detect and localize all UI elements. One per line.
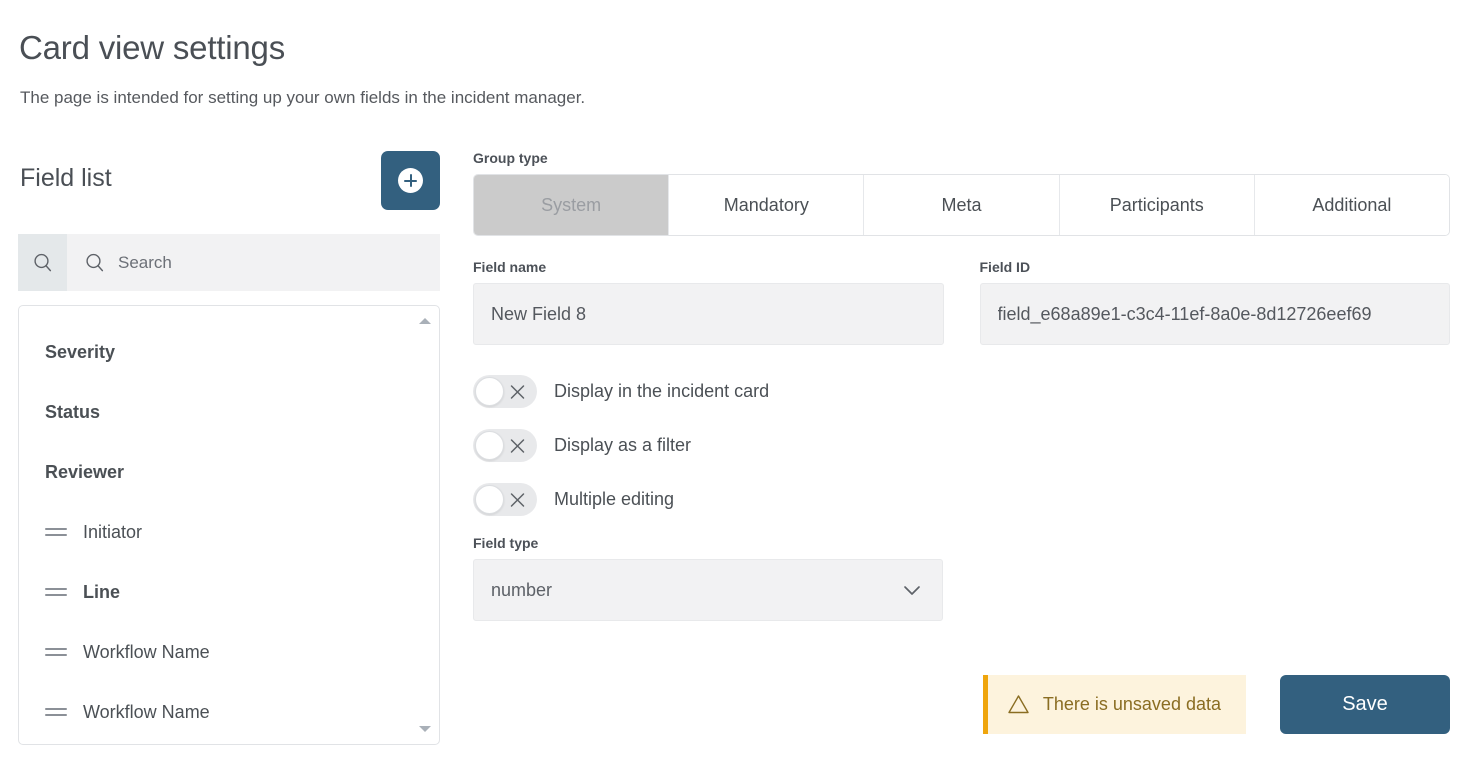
drag-handle-icon[interactable] (45, 528, 67, 536)
toggle-switch[interactable] (473, 483, 537, 516)
field-type-select[interactable]: number (473, 559, 943, 621)
field-id-group: Field ID (979, 259, 1450, 345)
page-title: Card view settings (19, 29, 286, 66)
close-x-icon (510, 384, 525, 399)
plus-circle-icon (398, 168, 423, 193)
unsaved-data-text: There is unsaved data (1042, 694, 1221, 714)
unsaved-data-banner: There is unsaved data (982, 675, 1246, 734)
field-settings-form: Group type System Mandatory Meta Partici… (473, 150, 1450, 621)
field-name-input[interactable] (473, 283, 944, 345)
form-footer: There is unsaved data Save (473, 675, 1450, 734)
list-item[interactable]: Workflow Name (19, 622, 439, 682)
toggle-label: Display as a filter (554, 435, 692, 455)
warning-triangle-icon (1008, 695, 1029, 714)
field-list-title: Field list (20, 164, 112, 192)
tab-meta[interactable]: Meta (864, 175, 1060, 235)
close-x-icon (510, 438, 525, 453)
search-button[interactable] (18, 234, 67, 291)
chevron-down-icon (904, 586, 920, 595)
list-item[interactable]: Status (19, 382, 439, 442)
field-id-input[interactable] (979, 283, 1450, 345)
toggle-display-as-filter[interactable]: Display as a filter (473, 427, 1450, 464)
add-field-button[interactable] (381, 151, 440, 210)
field-name-label: Field name (473, 259, 547, 275)
field-type-value: number (491, 579, 553, 600)
drag-handle-icon[interactable] (45, 588, 67, 596)
list-item-label: Line (83, 581, 121, 602)
toggle-group: Display in the incident card Display as … (473, 373, 1450, 518)
field-search-row (18, 234, 440, 291)
field-list: Severity Status Reviewer Initiator Line (19, 306, 439, 742)
list-item-label: Workflow Name (83, 701, 210, 722)
toggle-display-in-incident-card[interactable]: Display in the incident card (473, 373, 1450, 410)
field-id-label: Field ID (979, 259, 1031, 275)
field-type-group: Field type number (473, 535, 1450, 621)
search-input-wrapper (67, 234, 440, 291)
toggle-switch[interactable] (473, 375, 537, 408)
list-item-label: Initiator (83, 521, 143, 542)
field-list-scroll-container[interactable]: Severity Status Reviewer Initiator Line (18, 305, 440, 745)
tab-system[interactable]: System (474, 175, 670, 235)
field-type-select-wrapper: number (473, 559, 943, 621)
list-item[interactable]: Line (19, 562, 439, 622)
toggle-label: Multiple editing (554, 489, 675, 509)
field-name-group: Field name (473, 259, 944, 345)
field-list-panel: Field list Search Severity Status Review… (18, 147, 440, 745)
drag-handle-icon[interactable] (45, 648, 67, 656)
field-list-header: Field list (18, 147, 440, 217)
name-id-row: Field name Field ID (473, 259, 1450, 345)
card-view-settings-page: Card view settings The page is intended … (0, 0, 1470, 772)
field-type-label: Field type (473, 535, 539, 551)
list-item-label: Severity (45, 341, 116, 362)
list-item[interactable]: Workflow Name (19, 682, 439, 742)
list-item[interactable]: Initiator (19, 502, 439, 562)
list-item-label: Status (45, 401, 101, 422)
toggle-knob (475, 485, 504, 514)
toggle-switch[interactable] (473, 429, 537, 462)
page-subtitle: The page is intended for setting up your… (20, 88, 586, 107)
toggle-knob (475, 377, 504, 406)
close-x-icon (510, 492, 525, 507)
toggle-label: Display in the incident card (554, 381, 770, 401)
search-icon (33, 253, 51, 271)
list-item-label: Reviewer (45, 461, 125, 482)
list-item[interactable]: Reviewer (19, 442, 439, 502)
scroll-up-arrow[interactable] (418, 314, 432, 328)
group-type-tabs: System Mandatory Meta Participants Addit… (473, 174, 1450, 236)
toggle-multiple-editing[interactable]: Multiple editing (473, 481, 1450, 518)
search-input[interactable] (118, 234, 440, 291)
list-item[interactable]: Severity (19, 322, 439, 382)
scroll-down-arrow[interactable] (418, 722, 432, 736)
tab-mandatory[interactable]: Mandatory (669, 175, 865, 235)
list-item-label: Workflow Name (83, 641, 210, 662)
save-button[interactable]: Save (1280, 675, 1450, 734)
search-icon (86, 253, 104, 271)
drag-handle-icon[interactable] (45, 708, 67, 716)
toggle-knob (475, 431, 504, 460)
tab-participants[interactable]: Participants (1059, 175, 1255, 235)
group-type-label: Group type (473, 150, 548, 166)
tab-additional[interactable]: Additional (1254, 175, 1449, 235)
